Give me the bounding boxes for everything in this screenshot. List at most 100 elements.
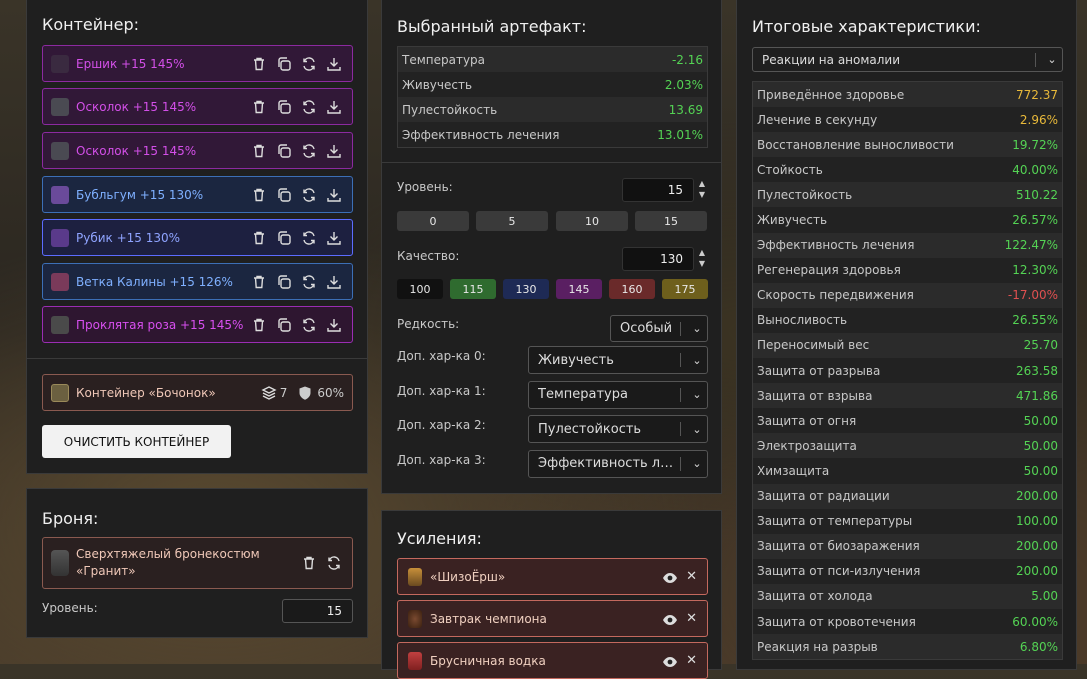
trash-icon[interactable] [251, 56, 267, 72]
total-stat-row: Восстановление выносливости 19.72% [753, 132, 1062, 158]
eye-icon[interactable] [662, 570, 678, 584]
total-stat-row: Пулестойкость 510.22 [753, 182, 1062, 208]
eye-icon[interactable] [662, 612, 678, 626]
total-stat-row: Защита от пси-излучения 200.00 [753, 558, 1062, 584]
container-item[interactable]: Ветка Калины +15 126% [42, 263, 353, 300]
total-stat-value: 50.00 [1023, 438, 1058, 453]
swap-icon[interactable] [301, 317, 317, 333]
clear-container-button[interactable]: ОЧИСТИТЬ КОНТЕЙНЕР [42, 425, 231, 458]
level-preset-button[interactable]: 0 [397, 211, 469, 231]
copy-icon[interactable] [276, 274, 292, 290]
level-preset-button[interactable]: 5 [476, 211, 548, 231]
level-stepper[interactable]: ▲ ▼ [696, 178, 708, 202]
chevron-down-icon: ⌄ [692, 422, 702, 436]
copy-icon[interactable] [276, 143, 292, 159]
boost-thumb [408, 651, 422, 670]
download-icon[interactable] [326, 230, 342, 246]
item-actions [251, 143, 342, 159]
rarity-select[interactable]: Особый ⌄ [610, 315, 708, 342]
container-panel: Контейнер: Ершик +15 145% Осколок +15 145… [26, 0, 368, 474]
copy-icon[interactable] [276, 187, 292, 203]
close-icon[interactable]: ✕ [686, 653, 697, 668]
total-stat-name: Защита от кровотечения [757, 614, 916, 629]
trash-icon[interactable] [251, 230, 267, 246]
quality-preset-button[interactable]: 160 [609, 279, 655, 299]
item-actions [251, 230, 342, 246]
boost-label: Брусничная водка [430, 653, 546, 668]
extra-stat-select[interactable]: Пулестойкость ⌄ [528, 415, 708, 443]
boost-actions: ✕ [662, 611, 697, 626]
barrel-icon [51, 383, 69, 402]
quality-input[interactable]: 130 [622, 247, 694, 271]
copy-icon[interactable] [276, 230, 292, 246]
quality-preset-button[interactable]: 130 [503, 279, 549, 299]
extra-stat-select[interactable]: Температура ⌄ [528, 380, 708, 409]
trash-icon[interactable] [301, 555, 317, 571]
total-stat-value: 40.00% [1012, 162, 1058, 177]
swap-icon[interactable] [301, 56, 317, 72]
artifact-stat-row: Живучесть 2.03% [398, 72, 707, 97]
total-stat-row: Лечение в секунду 2.96% [753, 107, 1062, 133]
trash-icon[interactable] [251, 99, 267, 115]
boost-item[interactable]: Завтрак чемпиона ✕ [397, 600, 708, 637]
copy-icon[interactable] [276, 317, 292, 333]
total-stat-row: Защита от радиации 200.00 [753, 483, 1062, 509]
armor-name-line2: «Гранит» [76, 564, 136, 578]
quality-preset-button[interactable]: 145 [556, 279, 602, 299]
close-icon[interactable]: ✕ [686, 611, 697, 626]
armor-item[interactable]: Сверхтяжелый бронекостюм «Гранит» [42, 537, 353, 589]
download-icon[interactable] [326, 99, 342, 115]
trash-icon[interactable] [251, 274, 267, 290]
download-icon[interactable] [326, 317, 342, 333]
extra-stat-select[interactable]: Живучесть ⌄ [528, 346, 708, 374]
extra-stat-label: Доп. хар-ка 0: [397, 349, 486, 363]
quality-stepper[interactable]: ▲ ▼ [696, 247, 708, 271]
copy-icon[interactable] [276, 99, 292, 115]
swap-icon[interactable] [301, 274, 317, 290]
quality-preset-button[interactable]: 175 [662, 279, 708, 299]
boost-item[interactable]: «ШизоЁрш» ✕ [397, 558, 708, 595]
total-stat-row: Стойкость 40.00% [753, 157, 1062, 183]
eye-icon[interactable] [662, 654, 678, 668]
container-item[interactable]: Бубльгум +15 130% [42, 176, 353, 213]
armor-level-input[interactable]: 15 [282, 599, 353, 623]
level-preset-button[interactable]: 15 [635, 211, 707, 231]
container-item[interactable]: Проклятая роза +15 145% [42, 306, 353, 343]
select-separator [680, 387, 681, 402]
boost-item[interactable]: Брусничная водка ✕ [397, 642, 708, 679]
close-icon[interactable]: ✕ [686, 569, 697, 584]
swap-icon[interactable] [301, 143, 317, 159]
swap-icon[interactable] [326, 555, 342, 571]
artifact-stat-value: 13.01% [657, 127, 703, 142]
trash-icon[interactable] [251, 317, 267, 333]
container-box[interactable]: Контейнер «Бочонок» 7 60% [42, 374, 353, 411]
copy-icon[interactable] [276, 56, 292, 72]
container-item-label: Ветка Калины +15 126% [76, 274, 233, 289]
swap-icon[interactable] [301, 99, 317, 115]
artifact-thumb [51, 141, 69, 160]
container-item-label: Осколок +15 145% [76, 99, 197, 114]
extra-stat-select[interactable]: Эффективность ле... ⌄ [528, 449, 708, 478]
container-item[interactable]: Ершик +15 145% [42, 45, 353, 82]
trash-icon[interactable] [251, 187, 267, 203]
total-stat-name: Защита от биозаражения [757, 539, 920, 554]
download-icon[interactable] [326, 143, 342, 159]
download-icon[interactable] [326, 56, 342, 72]
download-icon[interactable] [326, 187, 342, 203]
download-icon[interactable] [326, 274, 342, 290]
swap-icon[interactable] [301, 187, 317, 203]
artifact-thumb [51, 228, 69, 247]
swap-icon[interactable] [301, 230, 317, 246]
container-item[interactable]: Рубик +15 130% [42, 219, 353, 256]
trash-icon[interactable] [251, 143, 267, 159]
level-input[interactable]: 15 [622, 178, 694, 202]
quality-preset-button[interactable]: 115 [450, 279, 496, 299]
level-preset-button[interactable]: 10 [556, 211, 628, 231]
container-item[interactable]: Осколок +15 145% [42, 132, 353, 169]
container-item[interactable]: Осколок +15 145% [42, 88, 353, 125]
quality-preset-button[interactable]: 100 [397, 279, 443, 299]
artifact-stat-value: 13.69 [668, 102, 703, 117]
totals-filter-value: Реакции на аномалии [762, 52, 901, 67]
total-stat-name: Лечение в секунду [757, 112, 878, 127]
totals-filter-select[interactable]: Реакции на аномалии ⌄ [752, 47, 1063, 72]
